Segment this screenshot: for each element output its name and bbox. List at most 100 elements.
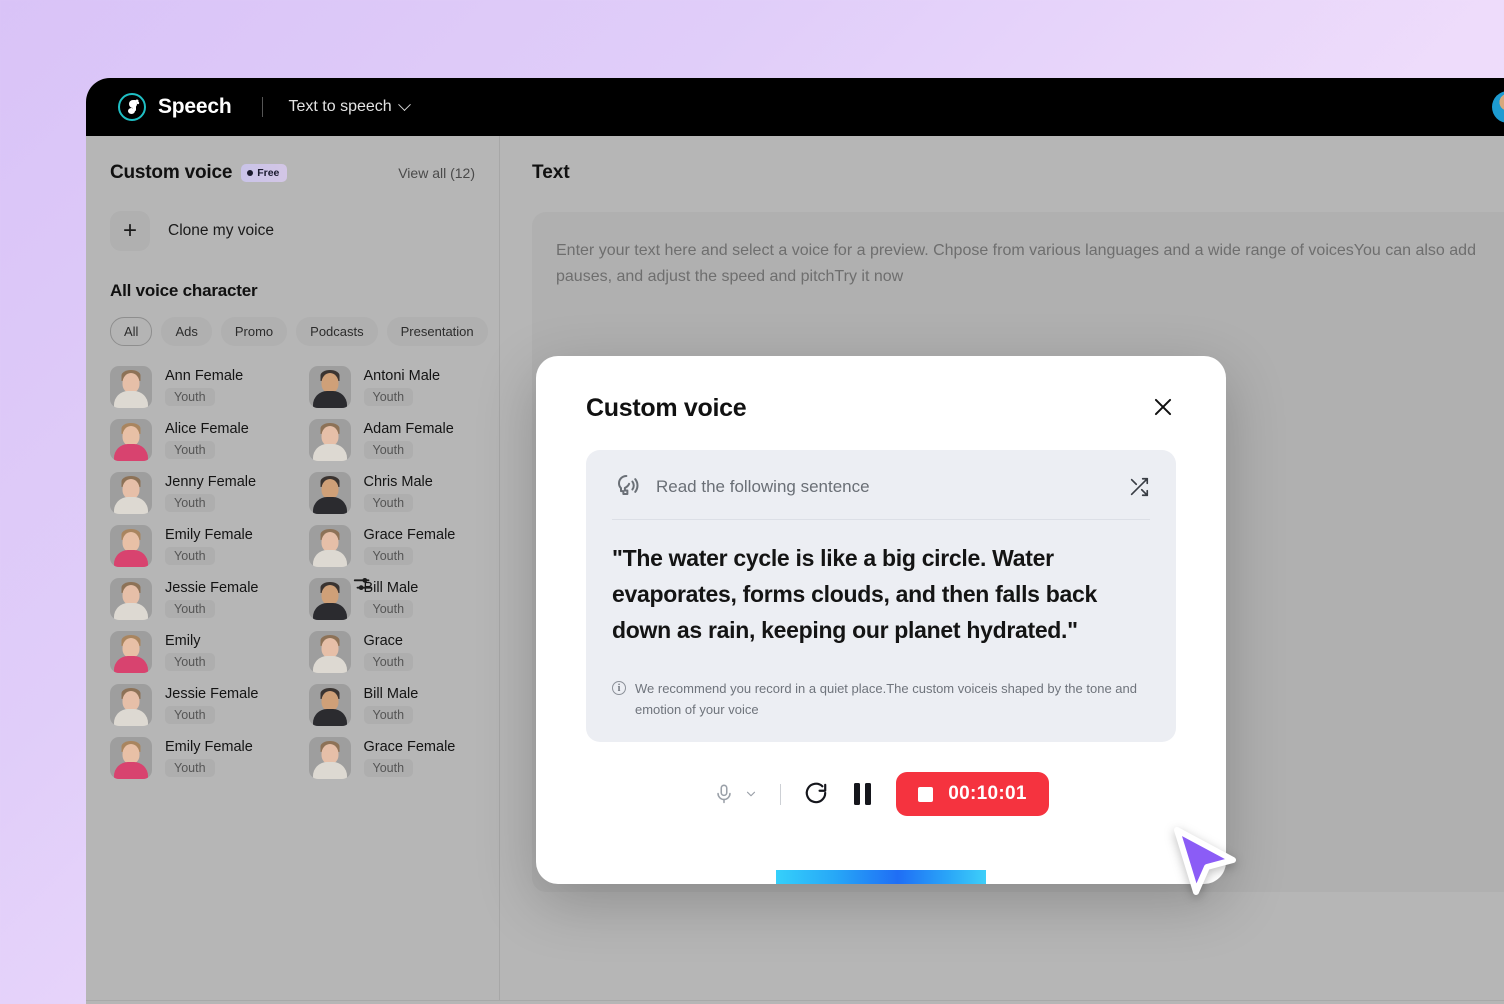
sentence-card: Read the following sentence "The water c… <box>586 450 1176 742</box>
stop-recording-button[interactable]: 00:10:01 <box>896 772 1049 816</box>
voice-tag: Youth <box>165 600 215 618</box>
app-window: Speech Text to speech Custom voice Free … <box>86 78 1504 1004</box>
free-badge-label: Free <box>257 167 280 179</box>
plus-icon: + <box>110 211 150 251</box>
voice-info: Emily Female Youth <box>165 527 253 565</box>
chevron-down-icon <box>747 791 756 797</box>
voice-list-item[interactable]: Grace Female Youth <box>308 737 486 779</box>
voice-list-item[interactable]: Alice Female Youth <box>110 419 287 461</box>
voice-avatar <box>308 578 351 620</box>
voice-list-item[interactable]: Bill Male Youth <box>308 684 486 726</box>
audio-waveform-bar <box>776 870 986 884</box>
sidebar: Custom voice Free View all (12) + Clone … <box>86 136 500 1000</box>
badge-dot-icon <box>247 170 254 176</box>
sidebar-header: Custom voice Free View all (12) <box>110 162 499 184</box>
voice-list-item[interactable]: Adam Female Youth <box>308 419 486 461</box>
voice-list-item[interactable]: Jessie Female Youth <box>110 684 287 726</box>
voice-avatar <box>110 684 152 726</box>
record-timer: 00:10:01 <box>948 783 1027 804</box>
filter-pill-promo[interactable]: Promo <box>220 317 288 346</box>
clone-my-voice-button[interactable]: + Clone my voice <box>110 211 499 251</box>
clone-my-voice-label: Clone my voice <box>168 222 274 239</box>
voice-info: Adam Female Youth <box>363 421 454 459</box>
brand-name: Speech <box>158 95 232 118</box>
filter-pill-podcasts[interactable]: Podcasts <box>296 317 378 346</box>
text-placeholder: Enter your text here and select a voice … <box>556 242 1476 285</box>
voice-tag: Youth <box>165 759 215 777</box>
voice-name: Ann Female <box>165 368 244 384</box>
mode-selector-label: Text to speech <box>288 98 392 115</box>
voice-tag: Youth <box>363 653 414 671</box>
voice-tag: Youth <box>363 547 414 565</box>
voice-list-item[interactable]: Bill Male Youth <box>308 578 486 620</box>
voice-list-item[interactable]: Jenny Female Youth <box>110 472 287 514</box>
voice-list-item[interactable]: Ann Female Youth <box>110 366 287 408</box>
all-voice-character-heading: All voice character <box>110 281 258 300</box>
voice-tag: Youth <box>363 706 414 724</box>
voice-info: Jenny Female Youth <box>165 474 256 512</box>
voice-list-item[interactable]: Emily Female Youth <box>110 737 287 779</box>
voice-name: Grace Female <box>363 739 456 755</box>
voice-list-item[interactable]: Grace Female Youth <box>308 525 486 567</box>
microphone-selector[interactable] <box>713 783 758 805</box>
modal-title: Custom voice <box>586 394 747 422</box>
view-all-link[interactable]: View all (12) <box>398 165 475 181</box>
voice-list-item[interactable]: Grace Youth <box>308 631 486 673</box>
voice-tag: Youth <box>165 441 215 459</box>
voice-name: Emily Female <box>165 739 253 755</box>
modal-header: Custom voice <box>586 394 1176 423</box>
voice-avatar <box>110 419 152 461</box>
mode-selector[interactable]: Text to speech <box>288 97 411 116</box>
pause-icon[interactable] <box>854 783 872 805</box>
voice-info: Jessie Female Youth <box>165 686 258 724</box>
voice-tag: Youth <box>363 600 414 618</box>
voice-info: Alice Female Youth <box>165 421 249 459</box>
sidebar-title: Custom voice <box>110 162 233 183</box>
voice-tag: Youth <box>165 653 215 671</box>
voice-info: Bill Male Youth <box>363 686 419 724</box>
top-bar: Speech Text to speech <box>86 78 1504 136</box>
filter-pill-group: All Ads Promo Podcasts Presentation <box>110 317 499 346</box>
voice-info: Chris Male Youth <box>363 474 433 512</box>
recording-controls: 00:10:01 <box>586 772 1176 816</box>
voice-name: Emily <box>165 633 201 649</box>
voice-avatar <box>110 737 152 779</box>
voice-character-grid: Ann Female Youth Antoni Male Youth Alice Fem… <box>110 366 499 779</box>
avatar[interactable] <box>1492 91 1504 123</box>
voice-tag: Youth <box>165 388 215 406</box>
voice-tag: Youth <box>165 547 215 565</box>
recording-hint: i We recommend you record in a quiet pla… <box>612 678 1150 720</box>
voice-name: Grace Female <box>363 527 456 543</box>
filter-pill-all[interactable]: All <box>110 317 153 346</box>
voice-info: Antoni Male Youth <box>363 368 440 406</box>
filter-pill-ads[interactable]: Ads <box>161 317 212 346</box>
voice-list-item[interactable]: Emily Youth <box>110 631 287 673</box>
voice-avatar <box>110 472 152 514</box>
voice-name: Bill Male <box>363 686 419 702</box>
voice-list-item[interactable]: Antoni Male Youth <box>308 366 486 408</box>
voice-list-item[interactable]: Chris Male Youth <box>308 472 486 514</box>
voice-tag: Youth <box>363 441 414 459</box>
voice-info: Emily Female Youth <box>165 739 253 777</box>
sliders-icon[interactable] <box>352 573 374 595</box>
voice-info: Grace Female Youth <box>363 739 456 777</box>
voice-avatar <box>110 578 152 620</box>
voice-tag: Youth <box>363 759 414 777</box>
microphone-icon <box>717 784 732 804</box>
voice-list-item[interactable]: Jessie Female Youth <box>110 578 287 620</box>
voice-avatar <box>308 366 351 408</box>
voice-info: Grace Female Youth <box>363 527 456 565</box>
filter-pill-presentation[interactable]: Presentation <box>386 317 488 346</box>
close-icon[interactable] <box>1150 394 1176 420</box>
shuffle-icon[interactable] <box>1128 476 1150 498</box>
voice-tag: Youth <box>165 494 215 512</box>
voice-avatar <box>308 684 351 726</box>
chevron-down-icon <box>397 97 411 111</box>
voice-name: Alice Female <box>165 421 249 437</box>
restart-icon[interactable] <box>803 781 829 807</box>
voice-tag: Youth <box>165 706 215 724</box>
voice-list-item[interactable]: Emily Female Youth <box>110 525 287 567</box>
voice-name: Emily Female <box>165 527 253 543</box>
voice-info: Emily Youth <box>165 633 215 671</box>
voice-avatar <box>308 737 351 779</box>
